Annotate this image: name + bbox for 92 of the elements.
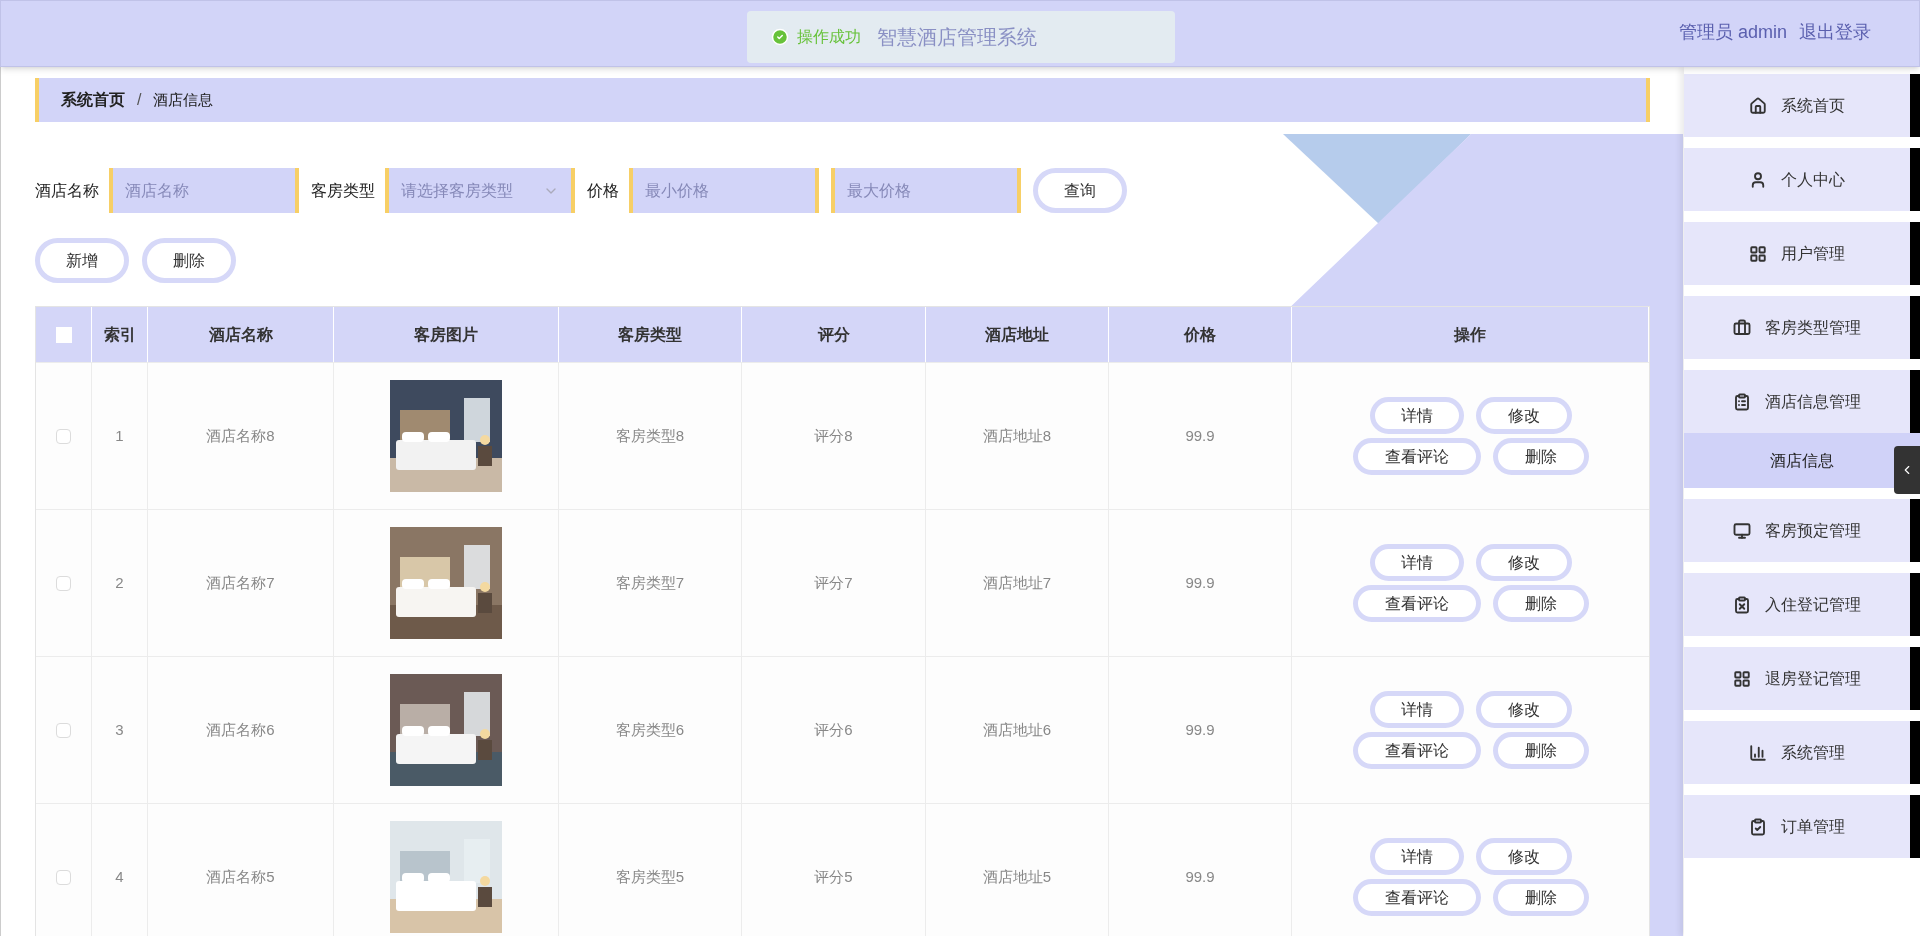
column-header: 客房类型 xyxy=(618,324,682,345)
table-cell-text: 客房类型6 xyxy=(615,719,685,740)
column-header: 酒店名称 xyxy=(208,324,273,345)
details-button[interactable]: 详情 xyxy=(1369,544,1464,581)
column-header: 操作 xyxy=(1454,324,1486,345)
filter-label: 酒店名称 xyxy=(35,180,99,201)
sidebar-item[interactable]: 酒店信息管理 xyxy=(1684,370,1920,433)
search-button[interactable]: 查询 xyxy=(1033,168,1127,213)
table-cell-text: 99.9 xyxy=(1185,866,1215,887)
details-button[interactable]: 详情 xyxy=(1369,397,1464,434)
column-header: 价格 xyxy=(1184,324,1216,345)
sidebar-item[interactable]: 系统首页 xyxy=(1684,74,1920,137)
edit-button[interactable]: 修改 xyxy=(1475,691,1572,728)
view-reviews-button[interactable]: 查看评论 xyxy=(1352,438,1481,475)
input-field[interactable]: 最小价格 xyxy=(629,168,819,213)
details-button[interactable]: 详情 xyxy=(1369,691,1464,728)
delete-button[interactable]: 删除 xyxy=(142,238,236,283)
collapse-button[interactable] xyxy=(1894,446,1920,494)
checkbox[interactable] xyxy=(56,722,71,738)
view-reviews-button[interactable]: 查看评论 xyxy=(1352,732,1481,769)
table-cell-text: 3 xyxy=(115,719,124,740)
view-reviews-button[interactable]: 查看评论 xyxy=(1352,879,1481,916)
add-button[interactable]: 新增 xyxy=(35,238,129,283)
table-cell-text: 2 xyxy=(115,572,124,593)
select-placeholder: 请选择客房类型 xyxy=(401,180,513,201)
checkbox[interactable] xyxy=(56,869,71,885)
table-cell-text: 99.9 xyxy=(1185,719,1215,740)
app-title: 智慧酒店管理系统 xyxy=(877,25,1037,50)
table-cell-text: 评分8 xyxy=(814,425,853,446)
delete-button[interactable]: 删除 xyxy=(1492,732,1589,769)
table-cell-text: 99.9 xyxy=(1185,572,1215,593)
table-cell-text: 客房类型8 xyxy=(615,425,685,446)
briefcase-icon xyxy=(1733,318,1751,337)
column-header: 索引 xyxy=(103,324,136,345)
table-cell-text: 酒店地址7 xyxy=(982,572,1052,593)
checkbox[interactable] xyxy=(56,575,71,591)
table-cell-text: 酒店名称6 xyxy=(206,719,275,740)
table-cell-text: 1 xyxy=(115,425,124,446)
table-cell-text: 酒店地址8 xyxy=(982,425,1052,446)
delete-button[interactable]: 删除 xyxy=(1492,585,1589,622)
breadcrumb-separator: / xyxy=(137,90,142,110)
table-cell-text: 评分6 xyxy=(814,719,853,740)
edit-button[interactable]: 修改 xyxy=(1475,838,1572,875)
sidebar-item[interactable]: 系统管理 xyxy=(1684,721,1920,784)
checkbox[interactable] xyxy=(56,428,71,444)
bar-chart-icon xyxy=(1749,743,1767,762)
delete-button[interactable]: 删除 xyxy=(1492,438,1589,475)
filter-label: 价格 xyxy=(587,180,619,201)
table-cell-text: 酒店名称8 xyxy=(206,425,275,446)
column-header: 客房图片 xyxy=(414,324,478,345)
table-cell-text: 99.9 xyxy=(1185,425,1215,446)
delete-button[interactable]: 删除 xyxy=(1492,879,1589,916)
sidebar-item[interactable]: 个人中心 xyxy=(1684,148,1920,211)
clipboard-x-icon xyxy=(1733,595,1751,614)
monitor-icon xyxy=(1733,521,1751,540)
toast-message: 操作成功 xyxy=(797,27,861,47)
user-label: 管理员 admin xyxy=(1678,21,1787,44)
table-cell-text: 酒店名称5 xyxy=(206,866,275,887)
sidebar-item[interactable]: 入住登记管理 xyxy=(1684,573,1920,636)
edit-button[interactable]: 修改 xyxy=(1475,397,1572,434)
view-reviews-button[interactable]: 查看评论 xyxy=(1352,585,1481,622)
input-field[interactable]: 最大价格 xyxy=(831,168,1021,213)
logout-link[interactable]: 退出登录 xyxy=(1799,19,1871,46)
table-cell-text: 评分5 xyxy=(814,866,853,887)
edit-button[interactable]: 修改 xyxy=(1475,544,1572,581)
sidebar-item[interactable]: 退房登记管理 xyxy=(1684,647,1920,710)
table-cell-text: 评分7 xyxy=(814,572,853,593)
column-header: 评分 xyxy=(817,324,850,345)
clipboard-check-icon xyxy=(1749,817,1767,836)
sidebar-item[interactable]: 客房预定管理 xyxy=(1684,499,1920,562)
breadcrumb-current: 酒店信息 xyxy=(153,89,214,110)
sidebar-item[interactable]: 用户管理 xyxy=(1684,222,1920,285)
table-cell-text: 酒店地址6 xyxy=(982,719,1052,740)
sidebar-subitem[interactable]: 酒店信息 xyxy=(1684,433,1920,488)
home-icon xyxy=(1749,96,1767,115)
table-cell-text: 客房类型7 xyxy=(615,572,685,593)
sidebar-item[interactable]: 客房类型管理 xyxy=(1684,296,1920,359)
column-header: 酒店地址 xyxy=(985,324,1049,345)
user-icon xyxy=(1749,170,1767,189)
table-cell-text: 4 xyxy=(115,866,124,887)
sidebar-item[interactable]: 订单管理 xyxy=(1684,795,1920,858)
table-cell-text: 酒店名称7 xyxy=(206,572,275,593)
grid-icon xyxy=(1733,669,1751,688)
table-cell-text: 客房类型5 xyxy=(615,866,685,887)
breadcrumb-link[interactable]: 系统首页 xyxy=(61,88,125,112)
success-icon xyxy=(771,28,789,46)
table-cell-text: 酒店地址5 xyxy=(982,866,1052,887)
clipboard-icon xyxy=(1733,392,1751,411)
grid-icon xyxy=(1749,244,1767,263)
filter-label: 客房类型 xyxy=(311,180,375,201)
input-field[interactable]: 酒店名称 xyxy=(109,168,299,213)
details-button[interactable]: 详情 xyxy=(1369,838,1464,875)
